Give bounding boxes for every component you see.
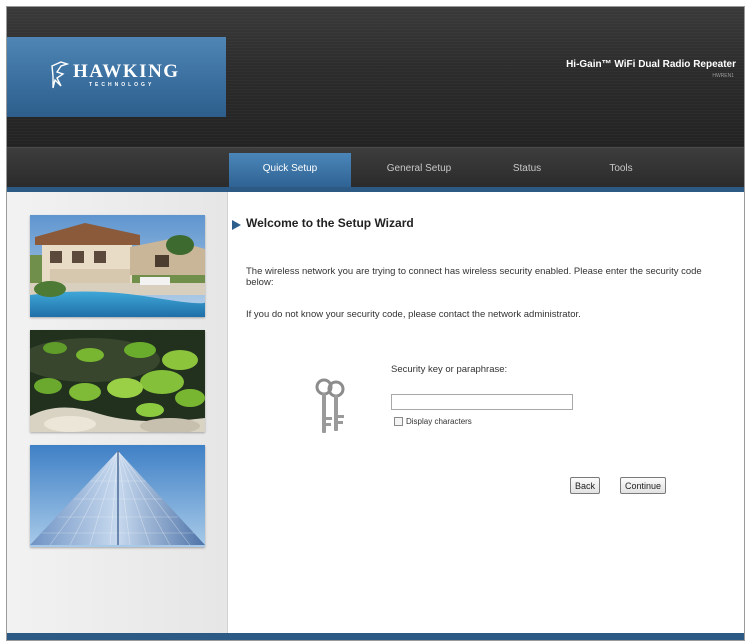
glass-pyramid-photo: [30, 445, 205, 547]
hawk-icon: [51, 61, 69, 89]
main-content: Welcome to the Setup Wizard The wireless…: [229, 192, 744, 633]
router-admin-page: HAWKING TECHNOLOGY Hi-Gain™ WiFi Dual Ra…: [0, 0, 745, 641]
lily-pond-photo: [30, 330, 205, 432]
title-arrow-icon: [232, 220, 241, 230]
page-header: HAWKING TECHNOLOGY Hi-Gain™ WiFi Dual Ra…: [7, 7, 744, 147]
main-nav: Quick Setup General Setup Status Tools: [7, 147, 744, 188]
continue-button[interactable]: Continue: [620, 477, 667, 494]
tab-status[interactable]: Status: [485, 153, 569, 188]
back-button[interactable]: Back: [570, 477, 601, 494]
admin-contact-message: If you do not know your security code, p…: [246, 309, 581, 320]
page-title: Welcome to the Setup Wizard: [246, 216, 414, 230]
footer-bar: [7, 633, 744, 641]
security-message: The wireless network you are trying to c…: [246, 266, 702, 288]
tab-tools[interactable]: Tools: [579, 153, 663, 188]
logo-wordmark: HAWKING: [73, 60, 180, 82]
product-title: Hi-Gain™ WiFi Dual Radio Repeater: [566, 59, 736, 70]
security-key-label: Security key or paraphrase:: [391, 364, 508, 375]
security-key-input[interactable]: [391, 394, 573, 410]
house-pool-photo: [30, 215, 205, 317]
tab-quick-setup[interactable]: Quick Setup: [229, 153, 351, 188]
logo-panel: HAWKING TECHNOLOGY: [7, 37, 226, 117]
tab-general-setup[interactable]: General Setup: [359, 153, 479, 188]
logo-subtext: TECHNOLOGY: [89, 81, 155, 88]
hawking-logo: HAWKING TECHNOLOGY: [49, 54, 180, 96]
display-characters-checkbox[interactable]: [394, 417, 403, 426]
keys-icon: [315, 378, 345, 433]
display-characters-option[interactable]: Display characters: [394, 417, 472, 426]
sidebar: [7, 192, 228, 633]
display-characters-label: Display characters: [406, 417, 472, 426]
product-model: HWREN1: [712, 73, 734, 79]
